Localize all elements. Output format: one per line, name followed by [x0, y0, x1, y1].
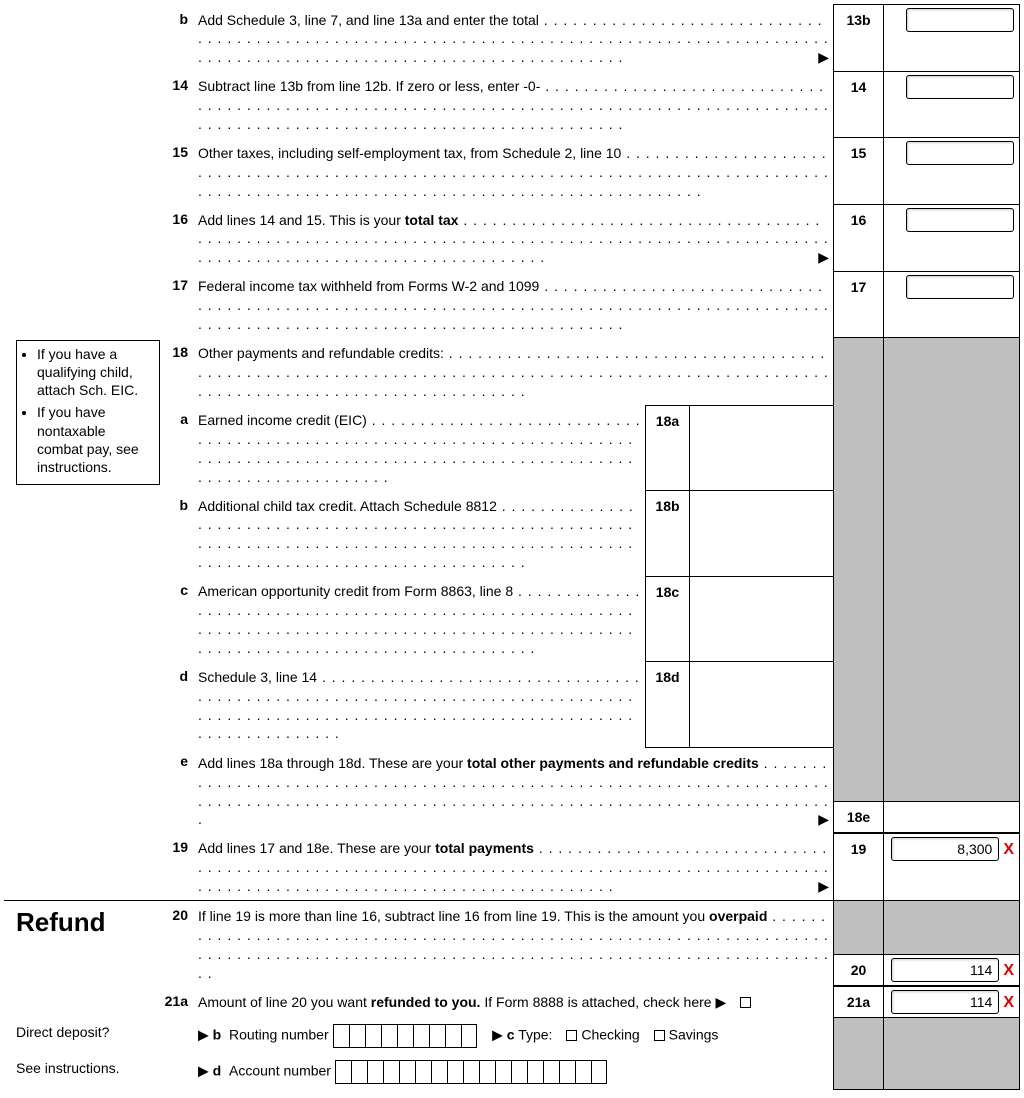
section-refund: Refund [4, 901, 164, 938]
line-16: 16 Add lines 14 and 15. This is your tot… [4, 205, 1020, 272]
line-15: 15 Other taxes, including self-employmen… [4, 138, 1020, 205]
line-13b-text: Add Schedule 3, line 7, and line 13a and… [194, 5, 834, 72]
input-17[interactable] [906, 275, 1014, 299]
input-15[interactable] [906, 141, 1014, 165]
line-18: If you have a qualifying child, attach S… [4, 338, 1020, 405]
line-17: 17 Federal income tax withheld from Form… [4, 271, 1020, 338]
checkbox-savings[interactable] [654, 1030, 665, 1041]
input-18e[interactable] [884, 801, 1020, 833]
input-13b[interactable] [906, 8, 1014, 32]
see-instructions-label: See instructions. [4, 1054, 164, 1090]
clear-icon[interactable]: X [1003, 841, 1014, 858]
checkbox-8888[interactable] [740, 997, 751, 1008]
line-21b: Direct deposit? ▶ b Routing number ▶ c T… [4, 1018, 1020, 1054]
line-20: Refund 20 If line 19 is more than line 1… [4, 901, 1020, 987]
line-19: 19 Add lines 17 and 18e. These are your … [4, 833, 1020, 900]
checkbox-checking[interactable] [566, 1030, 577, 1041]
input-16[interactable] [906, 208, 1014, 232]
account-number-input[interactable] [335, 1060, 607, 1084]
side-note: If you have a qualifying child, attach S… [16, 340, 160, 485]
clear-icon[interactable]: X [1003, 962, 1014, 979]
cell-amt-13b [884, 5, 1020, 72]
routing-number-input[interactable] [333, 1024, 477, 1048]
input-21a[interactable]: 114 [891, 990, 999, 1014]
clear-icon[interactable]: X [1003, 994, 1014, 1011]
direct-deposit-label: Direct deposit? [4, 1018, 164, 1054]
line-21d: See instructions. ▶ d Account number [4, 1054, 1020, 1090]
line-13b: b Add Schedule 3, line 7, and line 13a a… [4, 5, 1020, 72]
line-18e: e Add lines 18a through 18d. These are y… [4, 747, 1020, 833]
line-letter: b [164, 5, 194, 72]
input-14[interactable] [906, 75, 1014, 99]
input-20[interactable]: 114 [891, 958, 999, 982]
input-18b[interactable] [689, 491, 833, 577]
input-19[interactable]: 8,300 [891, 837, 999, 861]
input-18a[interactable] [689, 405, 833, 491]
line-14: 14 Subtract line 13b from line 12b. If z… [4, 71, 1020, 138]
cell-num-13b: 13b [834, 5, 884, 72]
input-18d[interactable] [689, 662, 833, 748]
